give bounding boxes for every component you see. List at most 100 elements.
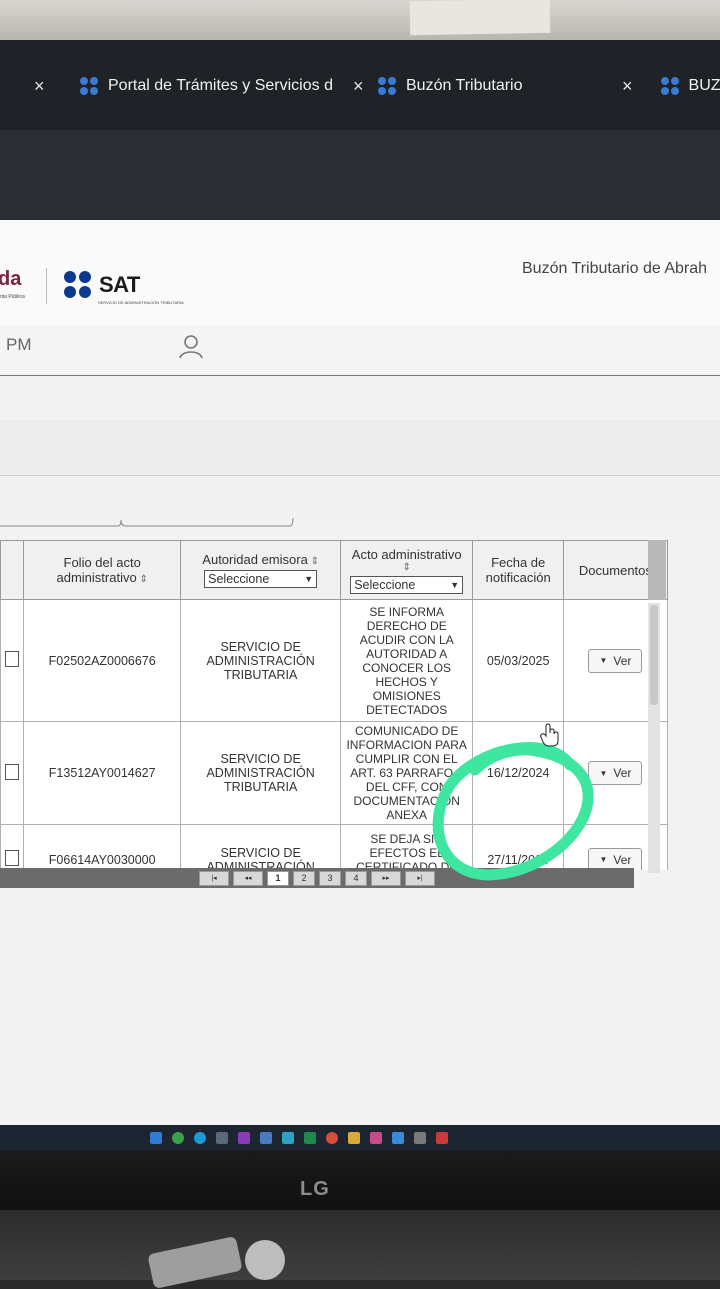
tab-buzon-tributario[interactable]: Buzón Tributario <box>378 68 523 104</box>
windows-taskbar <box>0 1125 720 1150</box>
folder-icon[interactable] <box>348 1131 360 1144</box>
close-icon[interactable]: × <box>622 76 633 97</box>
monitor-screen: × Portal de Trámites y Servicios d × Buz… <box>0 40 720 1150</box>
acto-column-header[interactable]: Acto administrativo ⇕ Seleccione ▼ <box>339 540 474 600</box>
acto-filter-select[interactable]: Seleccione ▼ <box>350 575 464 594</box>
session-time: PM <box>6 335 32 354</box>
scrollbar-thumb[interactable] <box>650 605 658 705</box>
chrome-icon[interactable] <box>326 1131 338 1144</box>
select-column-header <box>0 540 24 600</box>
select-value: Seleccione <box>354 577 416 592</box>
app-icon[interactable] <box>282 1131 294 1144</box>
folio-cell: F02502AZ0006676 <box>22 599 182 722</box>
content-band <box>0 420 720 476</box>
dropdown-arrow-icon: ▼ <box>599 768 608 778</box>
app-icon[interactable] <box>238 1131 250 1144</box>
portal-title: Buzón Tributario de Abrah <box>522 260 708 277</box>
wall-paper <box>409 0 551 36</box>
sat-favicon-icon <box>378 77 396 95</box>
folio-cell: F13512AY0014627 <box>22 721 182 825</box>
autoridad-filter-select[interactable]: Seleccione ▼ <box>204 570 318 588</box>
row-select-cell <box>0 824 24 870</box>
app-icon[interactable] <box>260 1131 272 1144</box>
first-page-button[interactable]: |◂ <box>199 870 229 886</box>
ver-button-label: Ver <box>613 766 632 780</box>
session-bar: PM <box>0 325 720 376</box>
row-select-cell <box>0 721 24 825</box>
table-row: F02502AZ0006676 SERVICIO DE ADMINISTRACI… <box>0 599 668 722</box>
table-header-scroll-corner <box>648 540 666 600</box>
dropdown-arrow-icon: ▼ <box>599 656 608 665</box>
background-wall <box>0 0 720 40</box>
tab-title: Portal de Trámites y Servicios d <box>108 77 333 94</box>
user-icon[interactable] <box>178 333 204 359</box>
fecha-column-header[interactable]: Fecha de notificación <box>472 540 564 600</box>
sat-logo: SAT <box>64 271 140 298</box>
folio-cell: F06614AY0030000 <box>22 824 182 870</box>
windows-start-icon[interactable] <box>150 1131 162 1144</box>
autoridad-cell: SERVICIO DE ADMINISTRACIÓN <box>180 824 341 870</box>
select-value: Seleccione <box>208 572 270 586</box>
close-icon[interactable]: × <box>353 76 364 97</box>
browser-tab-bar: × Portal de Trámites y Servicios d × Buz… <box>0 40 720 130</box>
app-icon[interactable] <box>414 1131 426 1144</box>
page-3-button[interactable]: 3 <box>319 870 341 886</box>
sat-logo-text: SAT <box>99 271 140 297</box>
tab-close-left[interactable]: × <box>34 68 69 104</box>
ver-document-button[interactable]: ▼ Ver <box>588 648 643 673</box>
ver-document-button[interactable]: ▼ Ver <box>588 847 643 870</box>
app-icon[interactable] <box>392 1131 404 1144</box>
ver-button-label: Ver <box>613 653 632 668</box>
page-2-button[interactable]: 2 <box>293 870 315 886</box>
autoridad-cell: SERVICIO DE ADMINISTRACIÓN TRIBUTARIA <box>180 599 341 722</box>
row-checkbox[interactable] <box>5 651 19 667</box>
sat-dots-icon <box>64 271 91 298</box>
next-page-button[interactable]: ▸▸ <box>371 870 401 886</box>
folio-column-header[interactable]: Folio del acto administrativo <box>22 540 182 600</box>
tab-portal-tramites[interactable]: Portal de Trámites y Servicios d × <box>80 68 363 104</box>
autoridad-column-header[interactable]: Autoridad emisora Seleccione ▼ <box>180 540 341 600</box>
tab-buz[interactable]: × BUZ <box>622 68 720 104</box>
sat-logo-sub: SERVICIO DE ADMINISTRACIÓN TRIBUTARIA <box>98 300 184 305</box>
site-header: da nta Pública SAT SERVICIO DE ADMINISTR… <box>0 220 720 325</box>
ver-document-button[interactable]: ▼ Ver <box>588 761 643 785</box>
content-band <box>0 476 720 521</box>
ver-button-label: Ver <box>613 852 632 867</box>
row-checkbox[interactable] <box>5 850 19 866</box>
fecha-header-label: Fecha de notificación <box>485 555 551 585</box>
row-select-cell <box>0 599 24 722</box>
edge-icon[interactable] <box>194 1131 206 1144</box>
row-checkbox[interactable] <box>5 763 19 780</box>
tab-title: BUZ <box>688 77 720 94</box>
hand-cursor-icon <box>540 723 559 747</box>
acto-cell: SE INFORMA DERECHO DE ACUDIR CON LA AUTO… <box>339 599 474 722</box>
autoridad-cell: SERVICIO DE ADMINISTRACIÓN TRIBUTARIA <box>180 721 341 825</box>
hacienda-logo-sub: nta Pública <box>0 294 25 300</box>
table-scrollbar[interactable] <box>648 603 660 873</box>
app-icon[interactable] <box>216 1131 228 1144</box>
chevron-down-icon: ▼ <box>304 574 314 584</box>
hacienda-logo: da <box>0 268 22 290</box>
autoridad-header-label: Autoridad emisora <box>185 552 336 567</box>
desk-surface <box>0 1210 720 1280</box>
dropdown-arrow-icon: ▼ <box>599 855 608 864</box>
close-icon[interactable]: × <box>34 76 45 97</box>
excel-icon[interactable] <box>304 1131 316 1144</box>
app-icon[interactable] <box>370 1131 382 1144</box>
green-circle-annotation <box>432 742 594 881</box>
sort-icon[interactable]: ⇕ <box>345 562 469 573</box>
desk-object <box>245 1240 285 1280</box>
prev-page-button[interactable]: ◂◂ <box>233 870 263 886</box>
browser-icon[interactable] <box>172 1131 184 1144</box>
page-1-button[interactable]: 1 <box>267 870 289 886</box>
page-4-button[interactable]: 4 <box>345 870 367 886</box>
browser-toolbar <box>0 130 720 222</box>
buzon-page: da nta Pública SAT SERVICIO DE ADMINISTR… <box>0 220 720 1150</box>
folio-header-label: Folio del acto administrativo <box>57 555 148 585</box>
logo-divider <box>46 268 47 304</box>
app-icon[interactable] <box>436 1131 448 1144</box>
sat-favicon-icon <box>660 77 679 95</box>
section-tabs-outline <box>0 517 294 527</box>
lg-brand-logo: LG <box>300 1178 330 1200</box>
documentos-header-label: Documentos <box>578 562 652 578</box>
